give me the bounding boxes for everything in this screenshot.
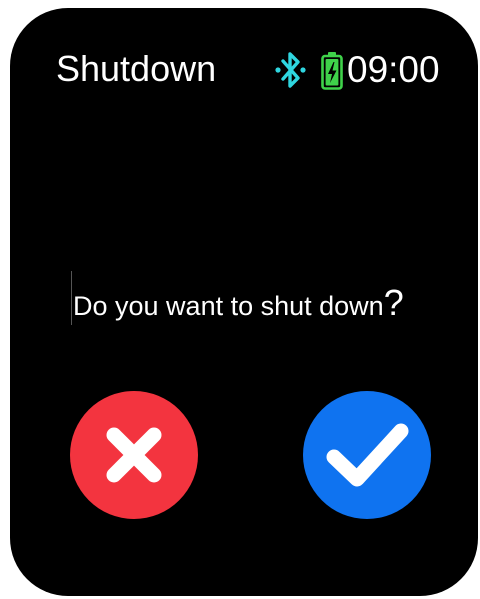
watch-screen: Shutdown 09:00 Do you want to shut down? (10, 8, 478, 596)
status-bar: Shutdown 09:00 (10, 8, 478, 128)
prompt-text: Do you want to shut down (73, 291, 384, 321)
text-cursor (71, 271, 72, 325)
battery-charging-icon (321, 52, 343, 90)
page-title: Shutdown (56, 48, 217, 89)
confirm-button[interactable] (303, 391, 431, 519)
clock-time: 09:00 (347, 49, 440, 90)
checkmark-icon (326, 423, 409, 487)
bluetooth-icon (274, 50, 308, 90)
cancel-button[interactable] (70, 391, 198, 519)
close-x-icon (106, 427, 162, 483)
question-mark: ? (383, 282, 404, 323)
shutdown-prompt: Do you want to shut down? (73, 282, 404, 324)
